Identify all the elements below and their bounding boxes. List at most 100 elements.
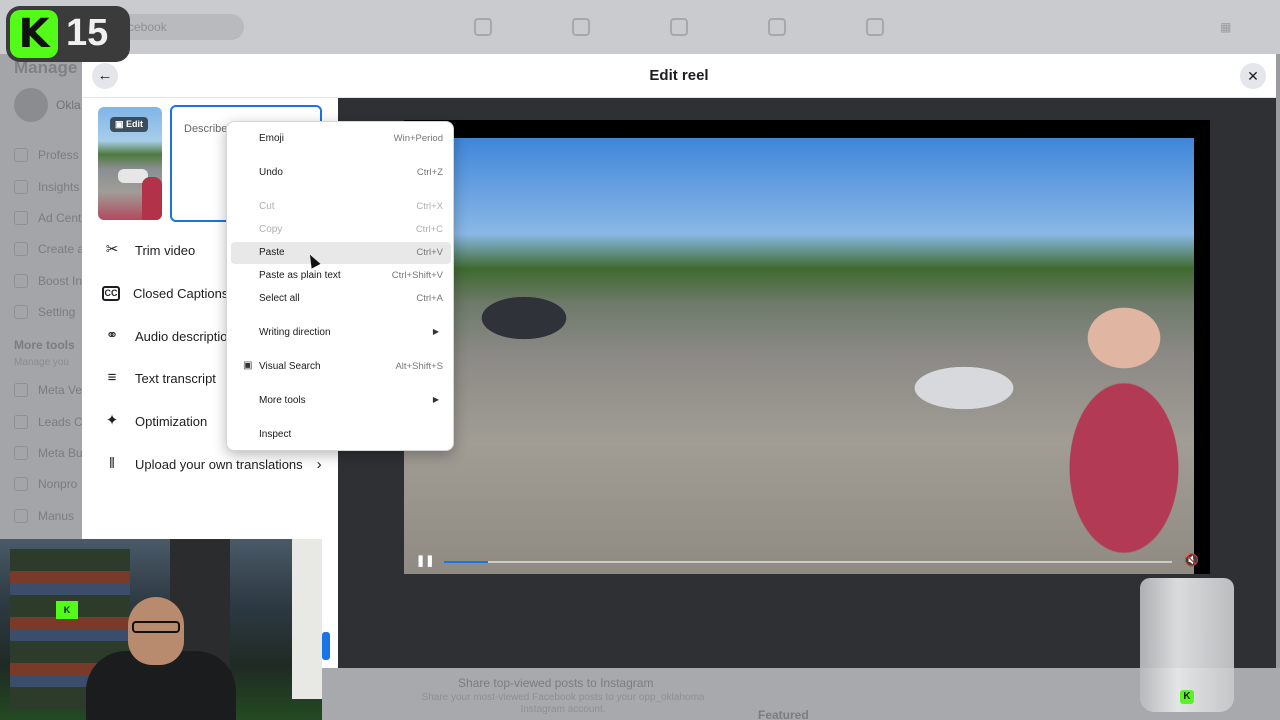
menu-item-paste-plain[interactable]: Paste as plain text Ctrl+Shift+V bbox=[231, 265, 451, 287]
sidebar-item: Insights bbox=[14, 180, 79, 194]
sidebar-item-icon bbox=[14, 148, 28, 162]
video-progress-bar[interactable] bbox=[444, 561, 1172, 563]
sidebar-item-icon bbox=[14, 305, 28, 319]
audio-description-button[interactable]: ⚭ Audio descriptio bbox=[102, 324, 228, 348]
sidebar-item-icon bbox=[14, 211, 28, 225]
wand-icon: ✦ bbox=[105, 412, 119, 429]
insights-icon bbox=[768, 18, 786, 36]
menu-item-select-all[interactable]: Select all Ctrl+A bbox=[231, 288, 451, 310]
sidebar-item-icon bbox=[14, 274, 28, 288]
menu-item-more-tools[interactable]: More tools ▶ bbox=[231, 390, 451, 412]
menu-item-shortcut: Ctrl+Shift+V bbox=[391, 270, 443, 281]
sidebar-page-name: Okla bbox=[56, 98, 81, 112]
closed-captions-button[interactable]: CC Closed Captions bbox=[102, 281, 228, 305]
video-player[interactable]: ❚❚ 🔇 bbox=[404, 120, 1210, 574]
menu-item-shortcut: Alt+Shift+S bbox=[395, 361, 443, 372]
menu-item-paste[interactable]: Paste Ctrl+V bbox=[231, 242, 451, 264]
sidebar-item-icon bbox=[14, 383, 28, 397]
thumbnail-edit-label: Edit bbox=[126, 119, 144, 129]
kick-sub-badge: K 15 bbox=[6, 6, 130, 62]
streamer-glasses bbox=[132, 621, 180, 633]
sidebar-section-heading: More tools bbox=[14, 338, 75, 352]
video-frame bbox=[404, 138, 1194, 574]
menu-item-label: Cut bbox=[259, 201, 275, 212]
menu-item-label: Inspect bbox=[259, 429, 292, 440]
tool-label: Audio descriptio bbox=[135, 328, 228, 344]
sidebar-item-icon bbox=[14, 180, 28, 194]
menu-item-shortcut: Ctrl+Z bbox=[416, 167, 443, 178]
menu-item-label: More tools bbox=[259, 395, 306, 406]
menu-item-label: Undo bbox=[259, 167, 283, 178]
menu-item-shortcut: Ctrl+A bbox=[416, 293, 443, 304]
sidebar-section-subtitle: Manage you bbox=[14, 357, 70, 368]
sidebar-item-icon bbox=[14, 242, 28, 256]
sidebar-item: Meta Bu bbox=[14, 446, 83, 460]
menu-item-copy: Copy Ctrl+C bbox=[231, 219, 451, 241]
scissors-icon: ✂ bbox=[105, 241, 119, 258]
menu-item-shortcut: Ctrl+V bbox=[416, 247, 443, 258]
tool-label: Closed Captions bbox=[133, 285, 229, 301]
sidebar-item: Nonpro bbox=[14, 477, 77, 491]
text-transcript-button[interactable]: ≡ Text transcript bbox=[102, 366, 216, 390]
screen: Facebook ▦ Manage Okla Profess Insights … bbox=[0, 0, 1280, 720]
dialog-header: ← Edit reel ✕ bbox=[82, 54, 1276, 98]
sidebar-item: Create a bbox=[14, 242, 84, 256]
tool-label: Optimization bbox=[135, 413, 208, 429]
headphones-icon: ⚭ bbox=[105, 327, 119, 344]
home-icon bbox=[474, 18, 492, 36]
megaphone-icon bbox=[866, 18, 884, 36]
trim-video-button[interactable]: ✂ Trim video bbox=[102, 238, 196, 262]
menu-item-label: Paste as plain text bbox=[259, 270, 341, 281]
menu-item-emoji[interactable]: Emoji Win+Period bbox=[231, 128, 451, 150]
kick-logo: K bbox=[10, 10, 58, 58]
sidebar-item-icon bbox=[14, 415, 28, 429]
sidebar-item: Ad Cent bbox=[14, 211, 81, 225]
upload-translations-button[interactable]: ‖ Upload your own translations › bbox=[102, 452, 322, 476]
thumbnail-person bbox=[142, 177, 162, 220]
mute-icon[interactable]: 🔇 bbox=[1184, 553, 1199, 567]
description-placeholder: Describe bbox=[184, 123, 228, 135]
menu-item-label: Emoji bbox=[259, 133, 285, 144]
pause-icon[interactable]: ❚❚ bbox=[416, 554, 434, 567]
menu-item-visual-search[interactable]: ▣ Visual Search Alt+Shift+S bbox=[231, 356, 451, 378]
sidebar-item: Meta Ve bbox=[14, 383, 82, 397]
background-card-subtitle: Share your most-viewed Facebook posts to… bbox=[421, 692, 705, 715]
translate-icon: ‖ bbox=[108, 455, 116, 472]
menu-item-inspect[interactable]: Inspect bbox=[231, 424, 451, 446]
menu-item-shortcut: Ctrl+X bbox=[416, 201, 443, 212]
sidebar-item-icon bbox=[14, 477, 28, 491]
menu-item-undo[interactable]: Undo Ctrl+Z bbox=[231, 162, 451, 184]
sidebar-item: Profess bbox=[14, 148, 79, 162]
sidebar-item-icon bbox=[14, 446, 28, 460]
video-icon bbox=[572, 18, 590, 36]
dialog-title: Edit reel bbox=[649, 67, 709, 84]
close-icon[interactable]: ✕ bbox=[1240, 63, 1266, 89]
background-featured-heading: Featured bbox=[758, 708, 809, 720]
menu-item-label: Writing direction bbox=[259, 327, 331, 338]
context-menu: Emoji Win+Period Undo Ctrl+Z Cut Ctrl+X Cop… bbox=[226, 121, 454, 451]
video-player-area: ❚❚ 🔇 bbox=[338, 98, 1276, 668]
sidebar-item-icon bbox=[14, 509, 28, 523]
video-controls: ❚❚ 🔇 bbox=[404, 550, 1210, 574]
sidebar-item: Manus bbox=[14, 509, 74, 523]
menu-grid-icon: ▦ bbox=[1220, 20, 1232, 34]
submenu-arrow-icon: ▶ bbox=[432, 395, 439, 404]
thumbnail-edit-button[interactable]: ▣ Edit bbox=[110, 117, 149, 132]
menu-item-label: Copy bbox=[259, 224, 283, 235]
avatar bbox=[14, 88, 48, 122]
optimization-button[interactable]: ✦ Optimization bbox=[102, 409, 208, 433]
reel-thumbnail[interactable]: ▣ Edit bbox=[98, 107, 162, 220]
menu-item-shortcut: Ctrl+C bbox=[415, 224, 443, 235]
tool-label: Text transcript bbox=[135, 370, 216, 386]
menu-item-label: Visual Search bbox=[259, 361, 321, 372]
cup-overlay: K bbox=[1140, 578, 1234, 712]
badge-count: 15 bbox=[66, 12, 109, 54]
tool-label: Trim video bbox=[135, 242, 196, 258]
webcam-poster bbox=[292, 539, 322, 699]
flag-icon bbox=[670, 18, 688, 36]
tool-label: Upload your own translations bbox=[135, 456, 303, 472]
menu-item-writing-direction[interactable]: Writing direction ▶ bbox=[231, 322, 451, 344]
background-card-title: Share top-viewed posts to Instagram bbox=[458, 676, 654, 690]
webcam-kick-sign: K bbox=[56, 601, 78, 619]
webcam-overlay: K bbox=[0, 539, 322, 720]
